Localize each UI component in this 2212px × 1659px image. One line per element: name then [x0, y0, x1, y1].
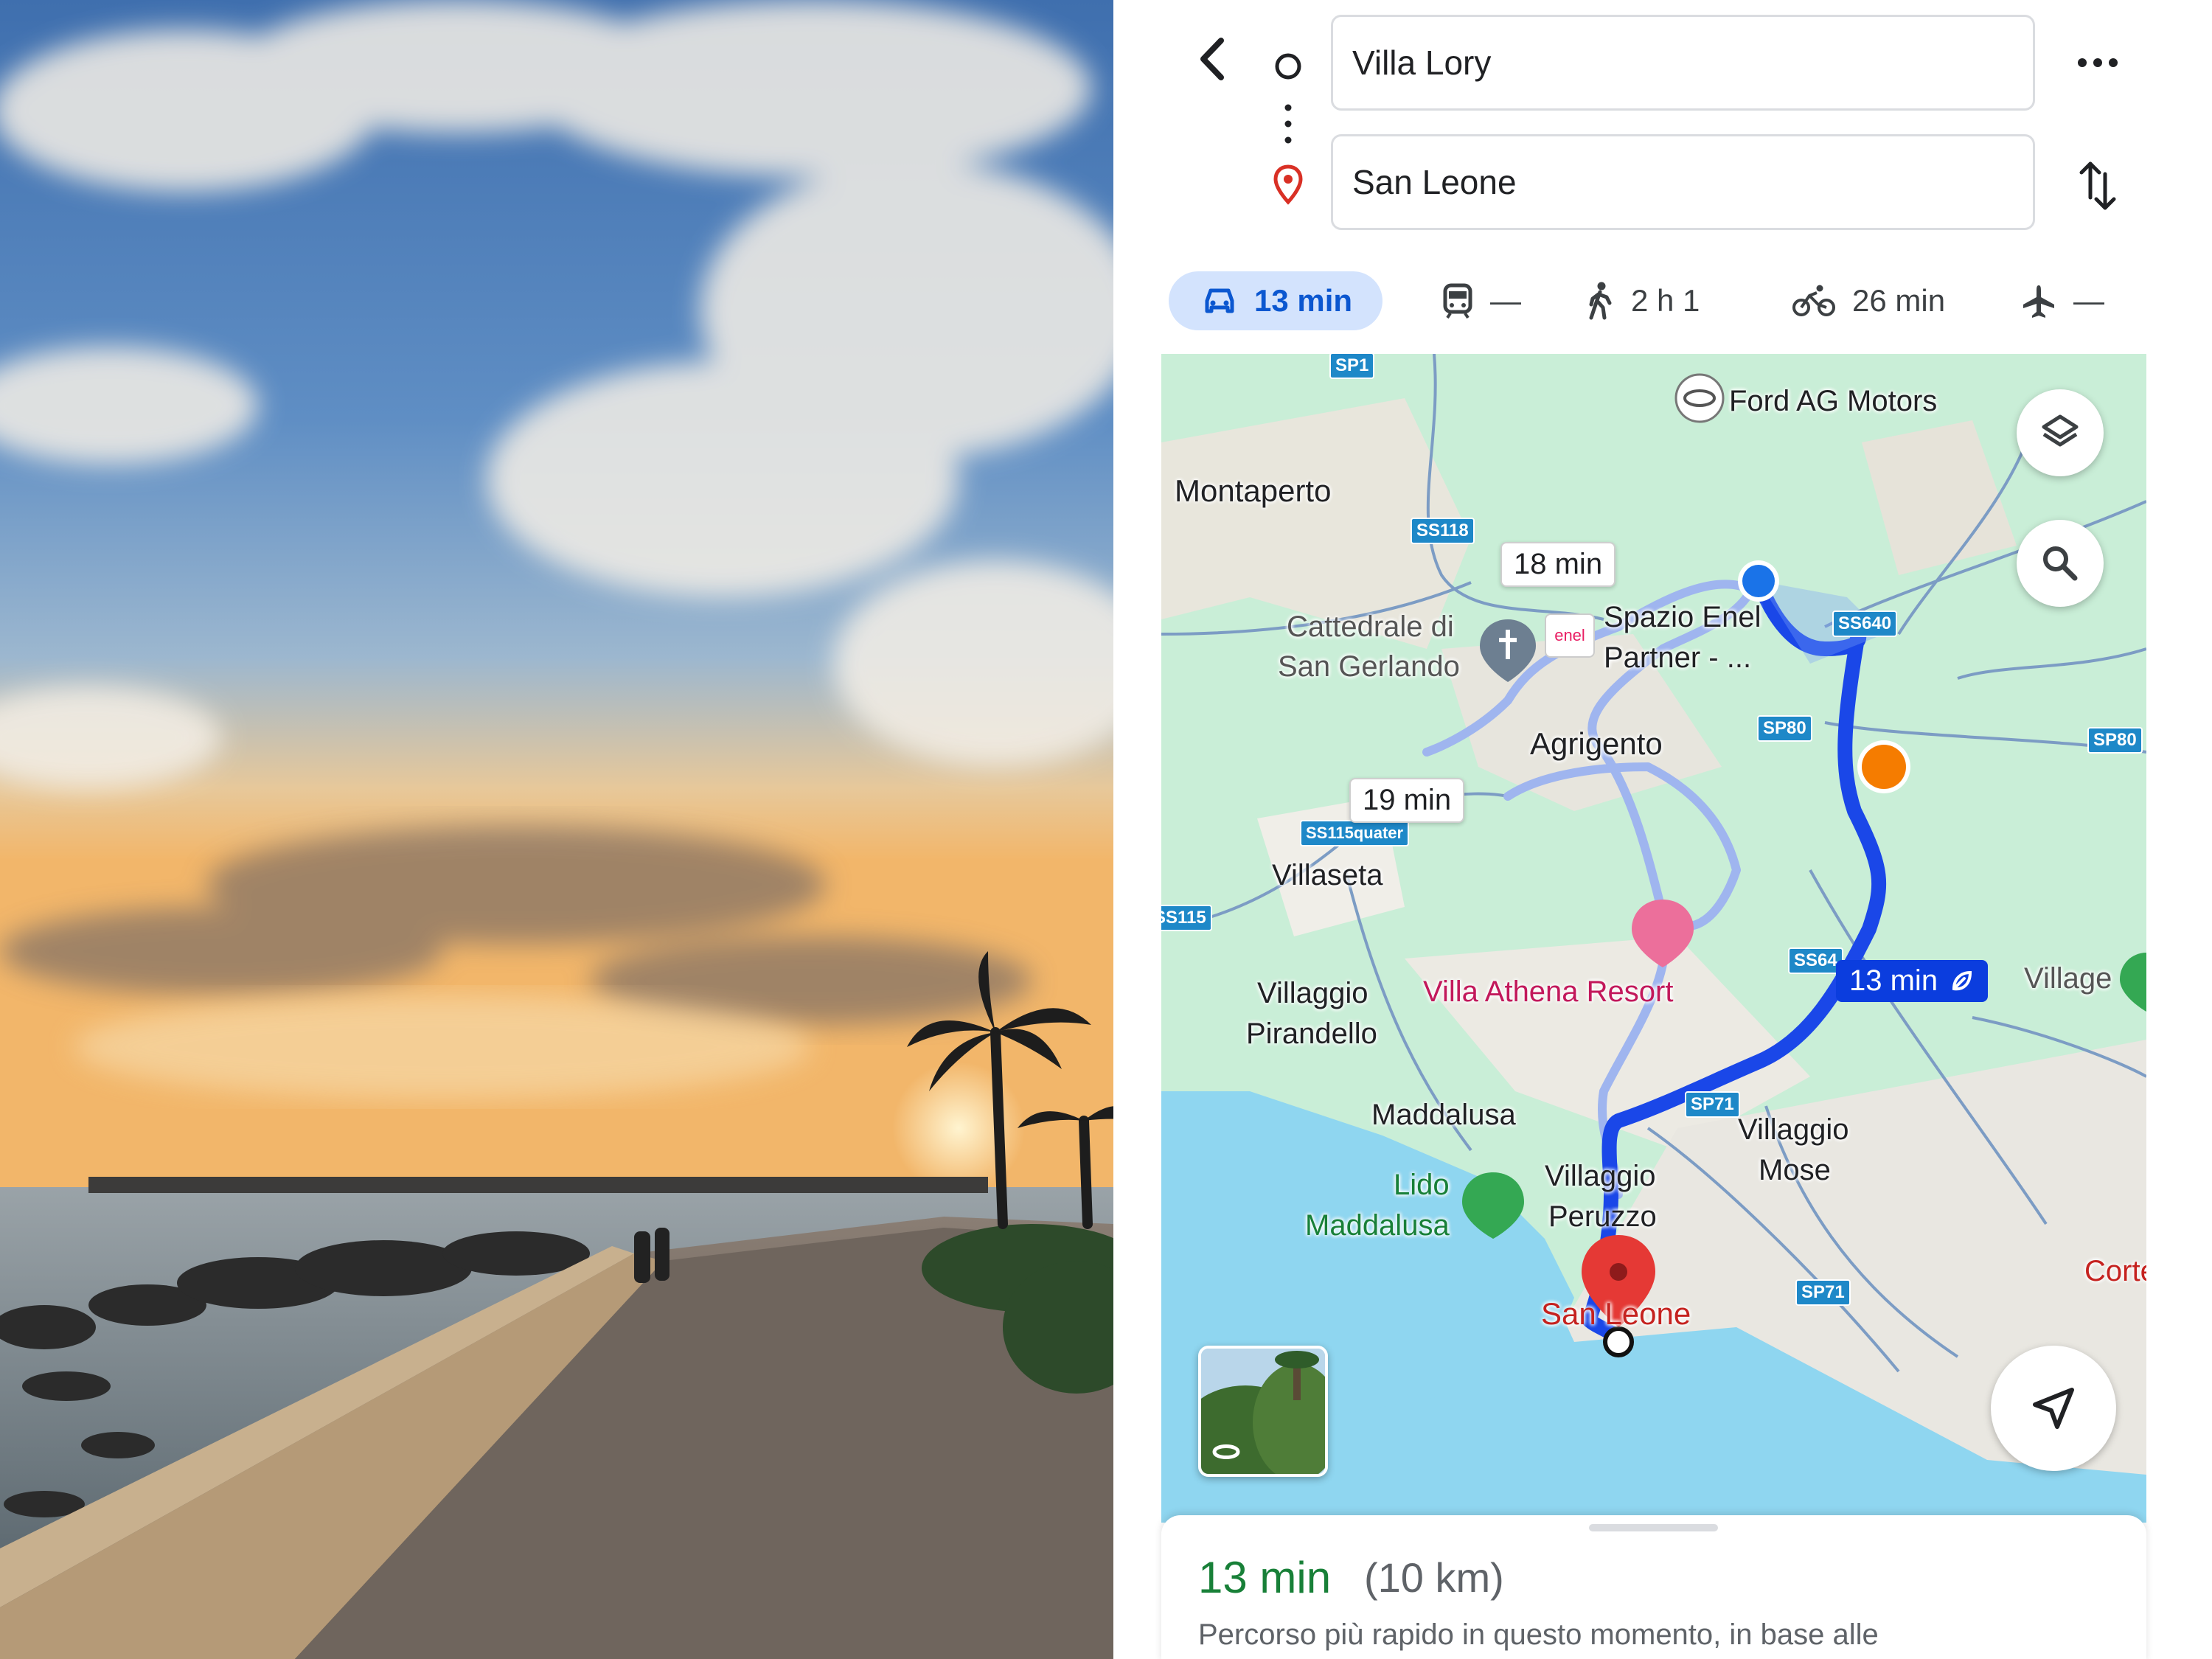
main-route-time: 13 min [1849, 964, 1938, 997]
sunset-photo [0, 0, 1113, 1659]
mode-tab-label: 13 min [1254, 283, 1353, 318]
mode-tab-label: — [1490, 283, 1521, 318]
origin-circle-icon [1275, 53, 1301, 80]
road-shield: SP71 [1795, 1279, 1851, 1306]
search-icon [2043, 546, 2078, 581]
route-duration: 13 min [1198, 1553, 1332, 1602]
mode-tab-label: 2 h 1 [1631, 283, 1700, 318]
alt-route-time-bubble[interactable]: 18 min [1500, 542, 1616, 587]
place-label[interactable]: Pirandello [1246, 1018, 1377, 1051]
place-label[interactable]: Cattedrale di [1287, 611, 1454, 644]
swap-vert-icon [2079, 161, 2116, 210]
place-label[interactable]: Villaggio [1545, 1160, 1656, 1193]
place-label[interactable]: Spazio Enel [1604, 601, 1761, 634]
road-shield: SP80 [2087, 727, 2143, 754]
road-shield: SS64 [1788, 947, 1843, 974]
back-arrow-icon [1200, 38, 1224, 80]
road-shield: SS118 [1411, 518, 1475, 544]
layers-button[interactable] [2017, 389, 2104, 476]
place-label[interactable]: Montaperto [1175, 473, 1331, 509]
navigation-arrow-icon [2033, 1388, 2074, 1429]
eco-leaf-icon [1952, 970, 1972, 990]
place-label[interactable]: Maddalusa [1305, 1209, 1450, 1242]
road-shield: SS640 [1832, 611, 1898, 637]
route-map[interactable]: Ford AG Motors Montaperto Cattedrale di … [1161, 354, 2146, 1523]
alt-route-time-bubble[interactable]: 19 min [1349, 778, 1465, 823]
mode-tab-car[interactable]: 13 min [1169, 271, 1382, 330]
flight-icon [2023, 285, 2054, 318]
place-label[interactable]: Villa Athena Resort [1423, 975, 1673, 1009]
route-distance: (10 km) [1364, 1554, 1504, 1601]
enel-logo[interactable]: enel [1545, 613, 1595, 658]
road-shield: SP80 [1757, 715, 1812, 742]
sheet-drag-handle[interactable] [1589, 1524, 1718, 1531]
place-label[interactable]: Partner - ... [1604, 641, 1751, 675]
place-label[interactable]: San Gerlando [1278, 650, 1460, 684]
search-along-route-button[interactable] [2017, 520, 2104, 607]
place-label[interactable]: Ford AG Motors [1729, 385, 1937, 418]
road-shield: SS115quater [1300, 820, 1410, 846]
mode-tab-label: — [2073, 283, 2104, 318]
back-button[interactable] [1187, 29, 1239, 88]
car-icon [1205, 288, 1234, 313]
swap-route-button[interactable] [2076, 156, 2120, 215]
route-dots-icon [1284, 104, 1292, 144]
destination-input[interactable]: San Leone [1331, 134, 2035, 230]
walk-icon [1589, 282, 1612, 320]
street-view-thumbnail[interactable] [1198, 1346, 1328, 1477]
place-label[interactable]: Lido [1394, 1169, 1450, 1202]
road-shield: SS115 [1161, 905, 1212, 931]
mode-tab-walk[interactable]: 2 h 1 [1585, 271, 1700, 330]
mode-tab-bike[interactable]: 26 min [1792, 271, 1945, 330]
mode-tab-transit[interactable]: — [1441, 271, 1521, 330]
place-label[interactable]: Village [2024, 962, 2112, 995]
road-shield: SP1 [1329, 354, 1375, 379]
place-label[interactable]: Villaggio [1257, 977, 1368, 1010]
layers-icon [2042, 414, 2079, 447]
main-route-time-bubble[interactable]: 13 min [1836, 960, 1989, 1002]
place-label[interactable]: Maddalusa [1371, 1099, 1516, 1132]
more-options-button[interactable] [2072, 44, 2124, 81]
route-description: Percorso più rapido in questo momento, i… [1198, 1618, 1879, 1651]
destination-pin-icon [1273, 164, 1303, 205]
bike-icon [1792, 285, 1835, 316]
mode-tab-flight[interactable]: — [2020, 271, 2104, 330]
place-label[interactable]: San Leone [1541, 1296, 1691, 1332]
transit-icon [1443, 283, 1472, 319]
start-navigation-button[interactable] [1991, 1346, 2116, 1471]
place-label[interactable]: Peruzzo [1548, 1200, 1657, 1234]
place-label[interactable]: Villaseta [1272, 859, 1382, 892]
origin-input[interactable]: Villa Lory [1331, 15, 2035, 111]
place-label[interactable]: Agrigento [1530, 726, 1663, 762]
mode-tab-label: 26 min [1852, 283, 1946, 318]
maps-app: Villa Lory San Leone 13 min — 2 h 1 26 m… [1113, 0, 2212, 1659]
road-shield: SP71 [1685, 1091, 1740, 1118]
place-label[interactable]: Villaggio [1738, 1113, 1849, 1147]
place-label[interactable]: Corte [2084, 1255, 2146, 1288]
more-horiz-icon [2078, 58, 2118, 67]
place-label[interactable]: Mose [1759, 1154, 1831, 1187]
route-summary-sheet[interactable]: 13 min (10 km) Percorso più rapido in qu… [1161, 1515, 2146, 1659]
